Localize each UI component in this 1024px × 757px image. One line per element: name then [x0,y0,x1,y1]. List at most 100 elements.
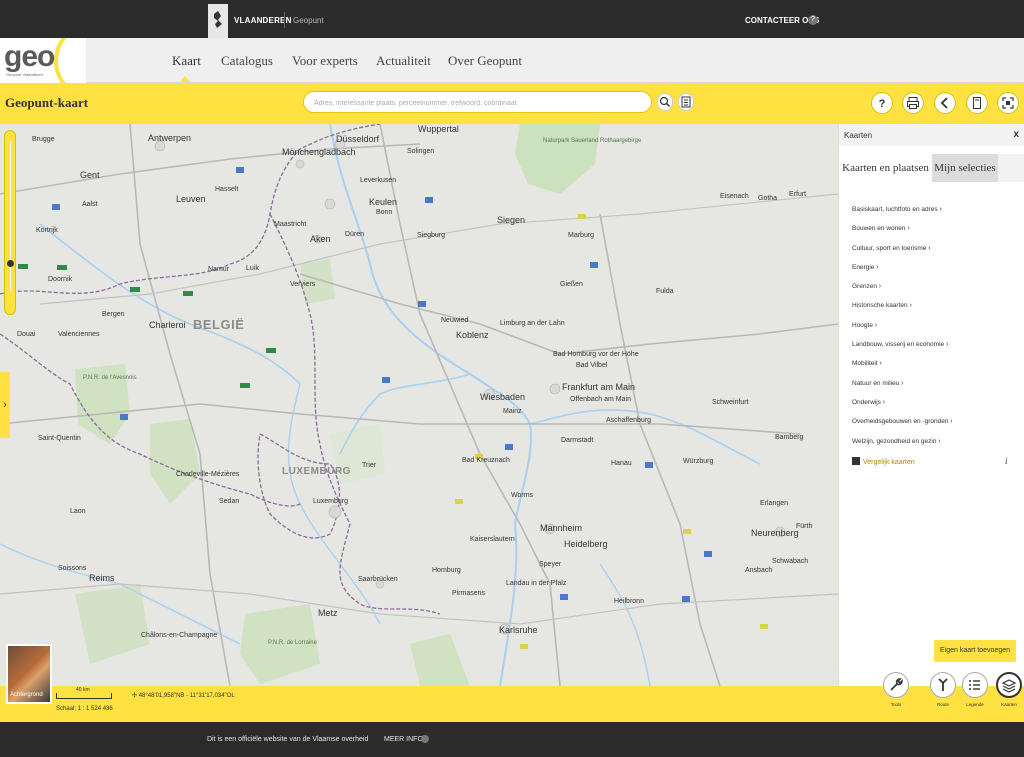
category-item[interactable]: Mobiliteit › [852,360,1017,379]
close-icon[interactable]: x [1013,129,1019,140]
more-info-link[interactable]: MEER INFO [384,736,423,743]
expand-left-panel-button[interactable]: › [0,372,10,438]
print-icon [907,97,919,109]
vlaanderen-lion-logo[interactable] [208,4,228,38]
geopunt-logo[interactable]: geo Geopunt Vlaanderen [0,38,86,83]
footer: Dit is een officiële website van de Vlaa… [0,722,1024,757]
category-item[interactable]: Hoogte › [852,322,1017,341]
category-item[interactable]: Bouwen en wonen › [852,225,1017,244]
map-label-city: Luxemburg [313,498,349,505]
add-own-map-button[interactable]: Eigen kaart toevoegen [934,640,1016,662]
map-label-city: Laon [70,508,86,515]
info-icon[interactable]: i [1005,456,1008,466]
category-item[interactable]: Energie › [852,264,1017,283]
help-button[interactable]: ? [871,92,893,114]
map-label-city: Heidelberg [564,539,608,549]
category-item[interactable]: Welzijn, gezondheid en gezin › [852,438,1017,457]
bookmark-icon [973,97,981,109]
zoom-handle[interactable] [7,260,14,267]
category-item[interactable]: Historische kaarten › [852,302,1017,321]
panel-title: Kaarten [844,131,873,140]
category-item[interactable]: Onderwijs › [852,399,1017,418]
map-label-city: Bergen [102,311,125,318]
category-item[interactable]: Overheidsgebouwen en -gronden › [852,418,1017,437]
fullscreen-button[interactable] [997,92,1019,114]
vlaanderen-label[interactable]: VLAANDEREN [234,16,292,25]
category-item[interactable]: Natuur en milieu › [852,380,1017,399]
map-label-city: Gent [80,170,100,180]
map-label-city: Darmstadt [561,437,594,444]
map-label-park: P.N.R. de Lorraine [268,640,317,646]
tools-button[interactable]: Tools [882,672,910,712]
map-toolbar: Geopunt-kaart ? [0,83,1024,124]
map-label-city: Landau in der Pfalz [506,580,567,587]
map-label-city: Soissons [58,565,87,572]
logo-swoosh [54,38,86,83]
search-list-button[interactable] [678,93,694,111]
map-label-city: Bonn [376,209,393,216]
search-input[interactable] [304,93,651,114]
map-label-city: Hanau [611,460,632,467]
map-label-city: Namur [208,266,230,273]
background-map-switcher[interactable]: Achtergrond [6,644,52,704]
tab-kaarten-en-plaatsen[interactable]: Kaarten en plaatsen [839,154,932,182]
map-label-city: Saarbrücken [358,576,398,583]
scale-bar-label: 40 km [76,687,90,693]
compare-maps-link[interactable]: Vergelijk kaarten [852,457,915,466]
geopunt-label[interactable]: Geopunt [293,16,324,25]
map-label-city: Erlangen [760,500,789,507]
map-label-city: Charleville-Mézières [176,471,240,478]
nav-kaart[interactable]: Kaart [172,53,201,69]
map-label-city: Siegen [497,215,526,225]
chevron-right-icon: › [907,225,910,233]
compare-icon [852,457,860,465]
zoom-slider[interactable] [4,130,16,315]
map-label-city: Gotha [758,195,778,202]
print-button[interactable] [902,92,924,114]
map-label-city: Neuwied [441,317,469,324]
chevron-right-icon: › [874,321,878,329]
map-label-city: Trier [362,462,377,469]
map-label-city: Mönchengladbach [282,147,356,157]
nav-catalogus[interactable]: Catalogus [221,53,273,69]
nav-actualiteit[interactable]: Actualiteit [376,53,431,69]
government-bar: VLAANDEREN Geopunt CONTACTEER ONS ? [0,0,1024,38]
category-list: Basiskaart, luchtfoto en adres › Bouwen … [852,206,1017,457]
map-label-city: Frankfurt am Main [562,382,636,392]
nav-voor-experts[interactable]: Voor experts [292,53,358,69]
map-label-city: Koblenz [456,330,489,340]
chevron-right-icon: › [876,263,879,271]
nav-over-geopunt[interactable]: Over Geopunt [448,53,522,69]
map-label-city: Speyer [539,561,562,568]
footer-text: Dit is een officiële website van de Vlaa… [207,736,369,743]
map-label-city: Doornik [48,276,73,283]
category-item[interactable]: Landbouw, visserij en economie › [852,341,1017,360]
bookmark-button[interactable] [966,92,988,114]
help-icon: ? [879,98,886,110]
crosshair-icon: ✣ [132,693,138,699]
category-item[interactable]: Grenzen › [852,283,1017,302]
chevron-up-icon[interactable] [421,735,429,743]
map-label-city: Limburg an der Lahn [500,320,565,327]
legend-button[interactable]: Legende [961,672,989,712]
map-label-country: BELGIË [193,317,245,332]
map-label-city: Neurenberg [751,528,799,538]
map-label-city: Verviers [290,281,316,288]
map-label-city: Hasselt [215,186,239,193]
category-item[interactable]: Basiskaart, luchtfoto en adres › [852,206,1017,225]
tab-mijn-selecties[interactable]: Mijn selecties [932,154,998,182]
scale-text: Schaal: 1 : 1 524 436 [56,706,113,712]
map-label-city: Würzburg [683,458,714,465]
chevron-right-icon: › [879,360,882,368]
chevron-right-icon: › [939,206,942,213]
chevron-right-icon: › [945,341,949,349]
category-item[interactable]: Cultuur, sport en toerisme › [852,245,1017,264]
map-label-city: Maastricht [274,221,307,228]
search-button[interactable] [657,93,673,111]
share-button[interactable] [934,92,956,114]
route-button[interactable]: Route [929,672,957,712]
help-icon[interactable]: ? [808,15,818,25]
map-canvas[interactable]: BELGIË LUXEMBURG Antwerpen Leuven Brugge… [0,124,838,686]
map-label-city: Homburg [432,567,461,574]
maps-button[interactable]: Kaarten [995,672,1023,712]
